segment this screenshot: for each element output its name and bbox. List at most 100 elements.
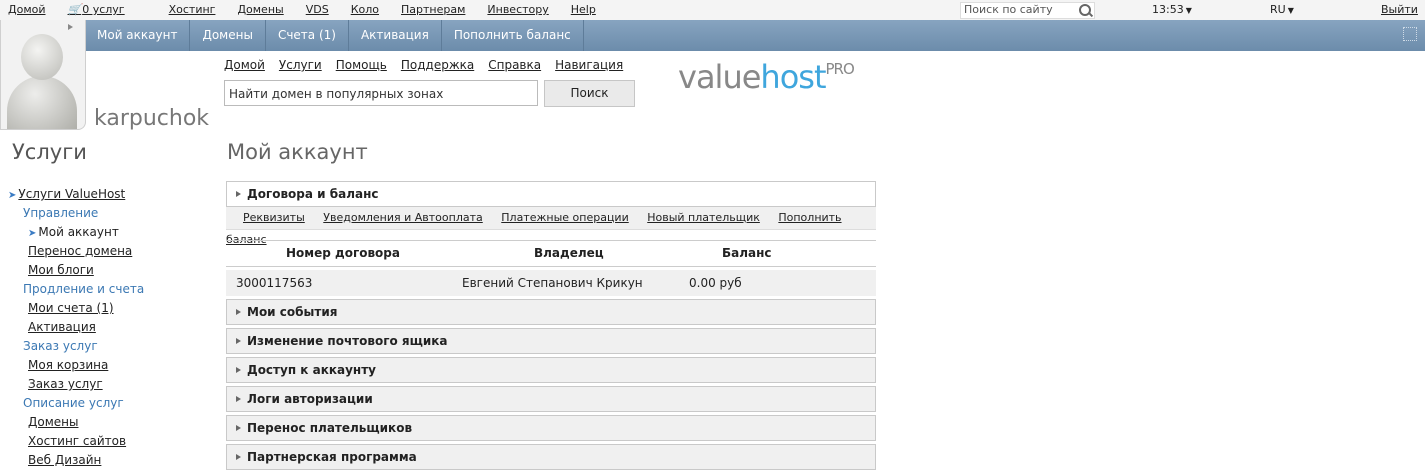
subnav-help[interactable]: Помощь: [336, 58, 387, 72]
panel-label: Перенос плательщиков: [247, 421, 413, 435]
triangle-right-icon: [236, 309, 241, 315]
logout-link[interactable]: Выйти: [1381, 3, 1418, 16]
sidebar-item-hosting[interactable]: Хостинг сайтов: [8, 432, 144, 451]
contracts-tabs: Реквизиты Уведомления и Автооплата Плате…: [226, 207, 876, 246]
top-link-hosting[interactable]: Хостинг: [169, 3, 216, 16]
column-header-balance: Баланс: [722, 246, 772, 260]
sidebar-title: Услуги: [12, 140, 87, 164]
triangle-right-icon: [236, 367, 241, 373]
top-link-partners[interactable]: Партнерам: [401, 3, 465, 16]
panel-label: Логи авторизации: [247, 392, 373, 406]
site-search-input[interactable]: Поиск по сайту: [960, 2, 1095, 19]
sidebar-item-domain-transfer[interactable]: Перенос домена: [8, 242, 144, 261]
avatar-body-shape: [7, 76, 77, 129]
sidebar: ➤ Услуги ValueHost Управление ➤ Мой аккаун…: [8, 185, 144, 470]
top-link-home[interactable]: Домой: [8, 3, 46, 16]
sidebar-item-my-invoices[interactable]: Мои счета (1): [8, 299, 144, 318]
top-bar: Домой 🛒0 услуг Хостинг Домены VDS Коло Партнер…: [0, 0, 1425, 21]
language-dropdown[interactable]: RU ▼: [1270, 3, 1294, 16]
logo-text-host: host: [760, 58, 826, 96]
panel-change-email[interactable]: Изменение почтового ящика: [226, 328, 876, 354]
column-header-owner: Владелец: [534, 246, 604, 260]
panel-account-access[interactable]: Доступ к аккаунту: [226, 357, 876, 383]
chevron-down-icon: ▼: [1185, 6, 1192, 15]
menu-top-up[interactable]: Пополнить баланс: [442, 20, 584, 51]
table-row: 3000117563 Евгений Степанович Крикун 0.0…: [226, 270, 876, 296]
clock-time: 13:53: [1152, 3, 1184, 16]
arrow-right-icon: ➤: [28, 228, 37, 239]
subnav-reference[interactable]: Справка: [488, 58, 541, 72]
tab-details[interactable]: Реквизиты: [243, 211, 305, 224]
top-link-cart[interactable]: 🛒0 услуг: [68, 3, 125, 16]
triangle-right-icon: [236, 338, 241, 344]
menu-invoices[interactable]: Счета (1): [266, 20, 349, 51]
subnav-navigation[interactable]: Навигация: [555, 58, 623, 72]
domain-search-input[interactable]: Найти домен в популярных зонах: [224, 80, 538, 106]
triangle-right-icon: [236, 454, 241, 460]
triangle-right-icon: [236, 396, 241, 402]
logo-text-pro: PRO: [825, 60, 854, 78]
avatar-head-shape: [21, 34, 63, 80]
cell-contract-number: 3000117563: [236, 276, 313, 290]
top-link-colo[interactable]: Коло: [351, 3, 379, 16]
panel-label: Партнерская программа: [247, 450, 417, 464]
cart-icon: 🛒: [67, 3, 82, 16]
sidebar-root[interactable]: ➤ Услуги ValueHost: [8, 185, 144, 204]
cell-owner: Евгений Степанович Крикун: [462, 276, 643, 290]
main-menu: Мой аккаунт Домены Счета (1) Активация П…: [85, 20, 1425, 51]
top-nav: Домой 🛒0 услуг Хостинг Домены VDS Коло Партнер…: [8, 3, 618, 16]
panel-label: Договора и баланс: [247, 187, 379, 201]
panel-auth-logs[interactable]: Логи авторизации: [226, 386, 876, 412]
sidebar-item-order-services[interactable]: Заказ услуг: [8, 375, 144, 394]
sidebar-item-activation[interactable]: Активация: [8, 318, 144, 337]
panel-payer-transfer[interactable]: Перенос плательщиков: [226, 415, 876, 441]
page-title: Мой аккаунт: [227, 140, 368, 164]
sidebar-item-my-blogs[interactable]: Мои блоги: [8, 261, 144, 280]
panel-label: Мои события: [247, 305, 338, 319]
triangle-right-icon: [236, 425, 241, 431]
panel-partner-program[interactable]: Партнерская программа: [226, 444, 876, 470]
panel-contracts[interactable]: Договора и баланс: [226, 181, 876, 207]
sidebar-group-manage: Управление: [23, 206, 99, 220]
valuehost-logo[interactable]: valuehostPRO: [678, 58, 855, 96]
panel-label: Изменение почтового ящика: [247, 334, 448, 348]
subnav-support[interactable]: Поддержка: [401, 58, 474, 72]
sidebar-item-domains[interactable]: Домены: [8, 413, 144, 432]
avatar-menu-icon[interactable]: [68, 24, 73, 30]
panel-my-events[interactable]: Мои события: [226, 299, 876, 325]
logo-text-value: value: [678, 58, 761, 96]
menu-domains[interactable]: Домены: [190, 20, 266, 51]
clock-dropdown[interactable]: 13:53 ▼: [1152, 3, 1192, 16]
top-link-domains[interactable]: Домены: [237, 3, 283, 16]
sidebar-item-my-cart[interactable]: Моя корзина: [8, 356, 144, 375]
subnav-services[interactable]: Услуги: [279, 58, 322, 72]
table-header: Номер договора Владелец Баланс: [226, 240, 876, 267]
cell-balance: 0.00 руб: [689, 276, 742, 290]
panel-label: Доступ к аккаунту: [247, 363, 376, 377]
search-icon[interactable]: [1079, 4, 1091, 16]
menu-my-account[interactable]: Мой аккаунт: [85, 20, 191, 51]
chevron-down-icon: ▼: [1287, 6, 1294, 15]
sidebar-root-label: Услуги ValueHost: [18, 187, 126, 201]
language-label: RU: [1270, 3, 1286, 16]
site-search-placeholder: Поиск по сайту: [964, 3, 1053, 16]
tab-payments[interactable]: Платежные операции: [501, 211, 628, 224]
subnav-home[interactable]: Домой: [224, 58, 265, 72]
triangle-right-icon: [236, 191, 241, 197]
sidebar-item-label: Мой аккаунт: [38, 225, 119, 239]
avatar[interactable]: [0, 20, 86, 130]
menu-activation[interactable]: Активация: [349, 20, 442, 51]
tab-new-payer[interactable]: Новый плательщик: [647, 211, 760, 224]
top-link-investor[interactable]: Инвестору: [487, 3, 548, 16]
expand-icon[interactable]: [1403, 27, 1417, 41]
top-link-vds[interactable]: VDS: [306, 3, 329, 16]
sidebar-group-descriptions: Описание услуг: [23, 396, 124, 410]
sidebar-item-web-design[interactable]: Веб Дизайн: [8, 451, 144, 470]
cart-label: 0 услуг: [82, 3, 125, 16]
arrow-right-icon: ➤: [8, 190, 17, 201]
sidebar-item-my-account[interactable]: ➤ Мой аккаунт: [8, 223, 144, 242]
domain-search-button[interactable]: Поиск: [544, 80, 635, 107]
tab-notifications[interactable]: Уведомления и Автооплата: [323, 211, 482, 224]
username: karpuchok: [94, 106, 210, 131]
top-link-help[interactable]: Help: [571, 3, 596, 16]
